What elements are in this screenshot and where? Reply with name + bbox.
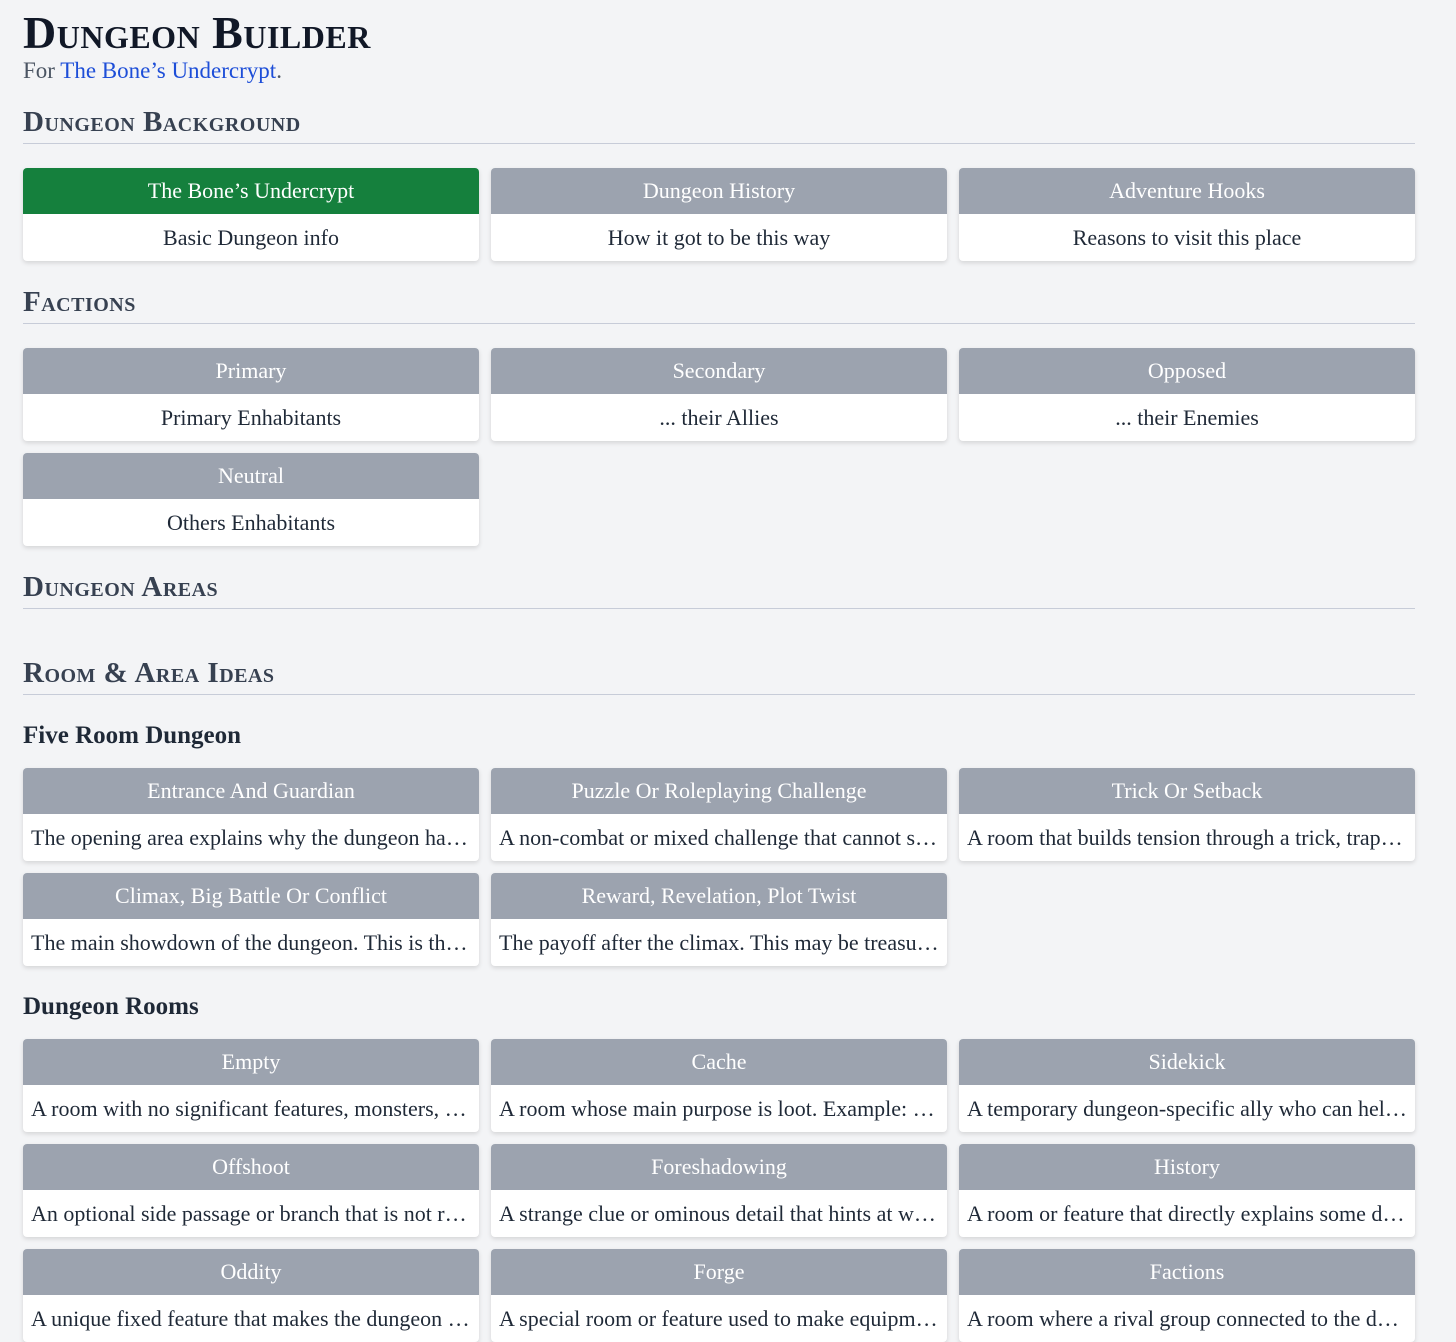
card-puzzle-challenge[interactable]: Puzzle Or Roleplaying Challenge A non-co… — [491, 768, 947, 861]
card-head: Neutral — [23, 453, 479, 499]
subsection-title-rooms: Dungeon Rooms — [23, 993, 199, 1020]
card-body: Basic Dungeon info — [163, 225, 339, 250]
card-faction-neutral[interactable]: Neutral Others Enhabitants — [23, 453, 479, 546]
section-title-areas: Dungeon Areas — [23, 571, 1415, 609]
card-body: A room where a rival group connected to … — [967, 1306, 1415, 1331]
card-head: Dungeon History — [491, 168, 947, 214]
card-body: A special room or feature used to make e… — [499, 1306, 947, 1331]
card-body: ... their Allies — [659, 405, 779, 430]
card-head: The Bone’s Undercrypt — [23, 168, 479, 214]
card-head: Sidekick — [959, 1039, 1415, 1085]
card-body: A room that builds tension through a tri… — [967, 825, 1415, 850]
card-faction-secondary[interactable]: Secondary ... their Allies — [491, 348, 947, 441]
card-body: A non-combat or mixed challenge that can… — [499, 825, 947, 850]
card-body: ... their Enemies — [1115, 405, 1259, 430]
card-body: The main showdown of the dungeon. This i… — [31, 930, 479, 955]
card-head: Opposed — [959, 348, 1415, 394]
card-climax-battle[interactable]: Climax, Big Battle Or Conflict The main … — [23, 873, 479, 966]
card-body: How it got to be this way — [607, 225, 831, 250]
card-body: An optional side passage or branch that … — [31, 1201, 479, 1226]
card-head: Empty — [23, 1039, 479, 1085]
card-head: Oddity — [23, 1249, 479, 1295]
card-head: Entrance And Guardian — [23, 768, 479, 814]
section-title-ideas: Room & Area Ideas — [23, 657, 1415, 695]
card-head: Primary — [23, 348, 479, 394]
section-title-background: Dungeon Background — [23, 106, 1415, 144]
app-title: Dungeon Builder — [23, 7, 371, 58]
card-room-cache[interactable]: Cache A room whose main purpose is loot.… — [491, 1039, 947, 1132]
card-head: Factions — [959, 1249, 1415, 1295]
background-grid: The Bone’s Undercrypt Basic Dungeon info… — [23, 168, 1415, 261]
card-adventure-hooks[interactable]: Adventure Hooks Reasons to visit this pl… — [959, 168, 1415, 261]
card-reward-twist[interactable]: Reward, Revelation, Plot Twist The payof… — [491, 873, 947, 966]
card-dungeon-info[interactable]: The Bone’s Undercrypt Basic Dungeon info — [23, 168, 479, 261]
subtitle-prefix: For — [23, 58, 61, 83]
card-room-offshoot[interactable]: Offshoot An optional side passage or bra… — [23, 1144, 479, 1237]
card-head: History — [959, 1144, 1415, 1190]
rooms-grid: Empty A room with no significant feature… — [23, 1039, 1415, 1342]
subtitle-suffix: . — [276, 58, 282, 83]
card-head: Reward, Revelation, Plot Twist — [491, 873, 947, 919]
card-body: Reasons to visit this place — [1072, 225, 1302, 250]
card-head: Climax, Big Battle Or Conflict — [23, 873, 479, 919]
card-body: A unique fixed feature that makes the du… — [31, 1306, 479, 1331]
card-faction-opposed[interactable]: Opposed ... their Enemies — [959, 348, 1415, 441]
card-head: Adventure Hooks — [959, 168, 1415, 214]
card-room-foreshadowing[interactable]: Foreshadowing A strange clue or ominous … — [491, 1144, 947, 1237]
card-body: A temporary dungeon-specific ally who ca… — [967, 1096, 1415, 1121]
card-head: Offshoot — [23, 1144, 479, 1190]
five-room-grid: Entrance And Guardian The opening area e… — [23, 768, 1415, 966]
subsection-title-five-room: Five Room Dungeon — [23, 722, 242, 749]
card-body: A room whose main purpose is loot. Examp… — [499, 1096, 947, 1121]
card-body: A strange clue or ominous detail that hi… — [499, 1201, 947, 1226]
card-trick-setback[interactable]: Trick Or Setback A room that builds tens… — [959, 768, 1415, 861]
card-body: The payoff after the climax. This may be… — [499, 930, 947, 955]
card-head: Trick Or Setback — [959, 768, 1415, 814]
card-room-history[interactable]: History A room or feature that directly … — [959, 1144, 1415, 1237]
card-room-factions[interactable]: Factions A room where a rival group conn… — [959, 1249, 1415, 1342]
card-body: A room or feature that directly explains… — [967, 1201, 1415, 1226]
factions-grid: Primary Primary Enhabitants Secondary ..… — [23, 348, 1415, 546]
card-head: Secondary — [491, 348, 947, 394]
card-room-sidekick[interactable]: Sidekick A temporary dungeon-specific al… — [959, 1039, 1415, 1132]
card-body: Primary Enhabitants — [160, 405, 342, 430]
card-entrance-guardian[interactable]: Entrance And Guardian The opening area e… — [23, 768, 479, 861]
page: Dungeon Builder For The Bone’s Undercryp… — [0, 10, 1456, 1342]
card-room-oddity[interactable]: Oddity A unique fixed feature that makes… — [23, 1249, 479, 1342]
section-title-factions: Factions — [23, 286, 1415, 324]
card-head: Puzzle Or Roleplaying Challenge — [491, 768, 947, 814]
card-room-empty[interactable]: Empty A room with no significant feature… — [23, 1039, 479, 1132]
card-head: Forge — [491, 1249, 947, 1295]
subtitle: For The Bone’s Undercrypt. — [23, 56, 1415, 86]
card-dungeon-history[interactable]: Dungeon History How it got to be this wa… — [491, 168, 947, 261]
card-head: Cache — [491, 1039, 947, 1085]
card-body: A room with no significant features, mon… — [31, 1096, 479, 1121]
dungeon-link[interactable]: The Bone’s Undercrypt — [60, 58, 276, 83]
card-room-forge[interactable]: Forge A special room or feature used to … — [491, 1249, 947, 1342]
card-faction-primary[interactable]: Primary Primary Enhabitants — [23, 348, 479, 441]
card-body: Others Enhabitants — [166, 510, 336, 535]
card-head: Foreshadowing — [491, 1144, 947, 1190]
card-body: The opening area explains why the dungeo… — [31, 825, 479, 850]
